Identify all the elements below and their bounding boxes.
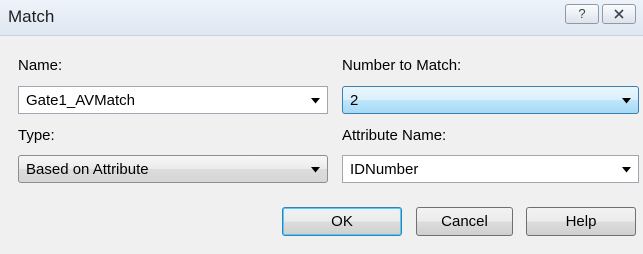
help-button[interactable]: Help [526, 207, 636, 236]
type-select[interactable]: Based on Attribute [18, 155, 328, 183]
attribute-name-value: IDNumber [350, 161, 419, 178]
title-bar: Match ? [0, 0, 643, 36]
question-mark-icon: ? [578, 6, 586, 21]
chevron-down-icon [622, 98, 631, 104]
chevron-down-icon [311, 98, 320, 104]
type-value: Based on Attribute [26, 161, 149, 178]
name-combobox[interactable]: Gate1_AVMatch [18, 86, 328, 114]
type-label: Type: [18, 127, 55, 144]
ok-button[interactable]: OK [282, 207, 402, 236]
window-title: Match [8, 7, 55, 26]
number-to-match-label: Number to Match: [342, 57, 462, 74]
name-label: Name: [18, 57, 63, 74]
attribute-name-label: Attribute Name: [342, 127, 447, 144]
help-title-button[interactable]: ? [565, 4, 599, 24]
cancel-button[interactable]: Cancel [416, 207, 513, 236]
attribute-name-combobox[interactable]: IDNumber [342, 155, 639, 183]
chevron-down-icon [311, 167, 320, 173]
close-icon [614, 9, 624, 19]
chevron-down-icon [622, 167, 631, 173]
close-button[interactable] [602, 4, 636, 24]
number-to-match-value: 2 [350, 92, 359, 109]
number-to-match-select[interactable]: 2 [342, 86, 639, 114]
name-value: Gate1_AVMatch [26, 92, 135, 109]
